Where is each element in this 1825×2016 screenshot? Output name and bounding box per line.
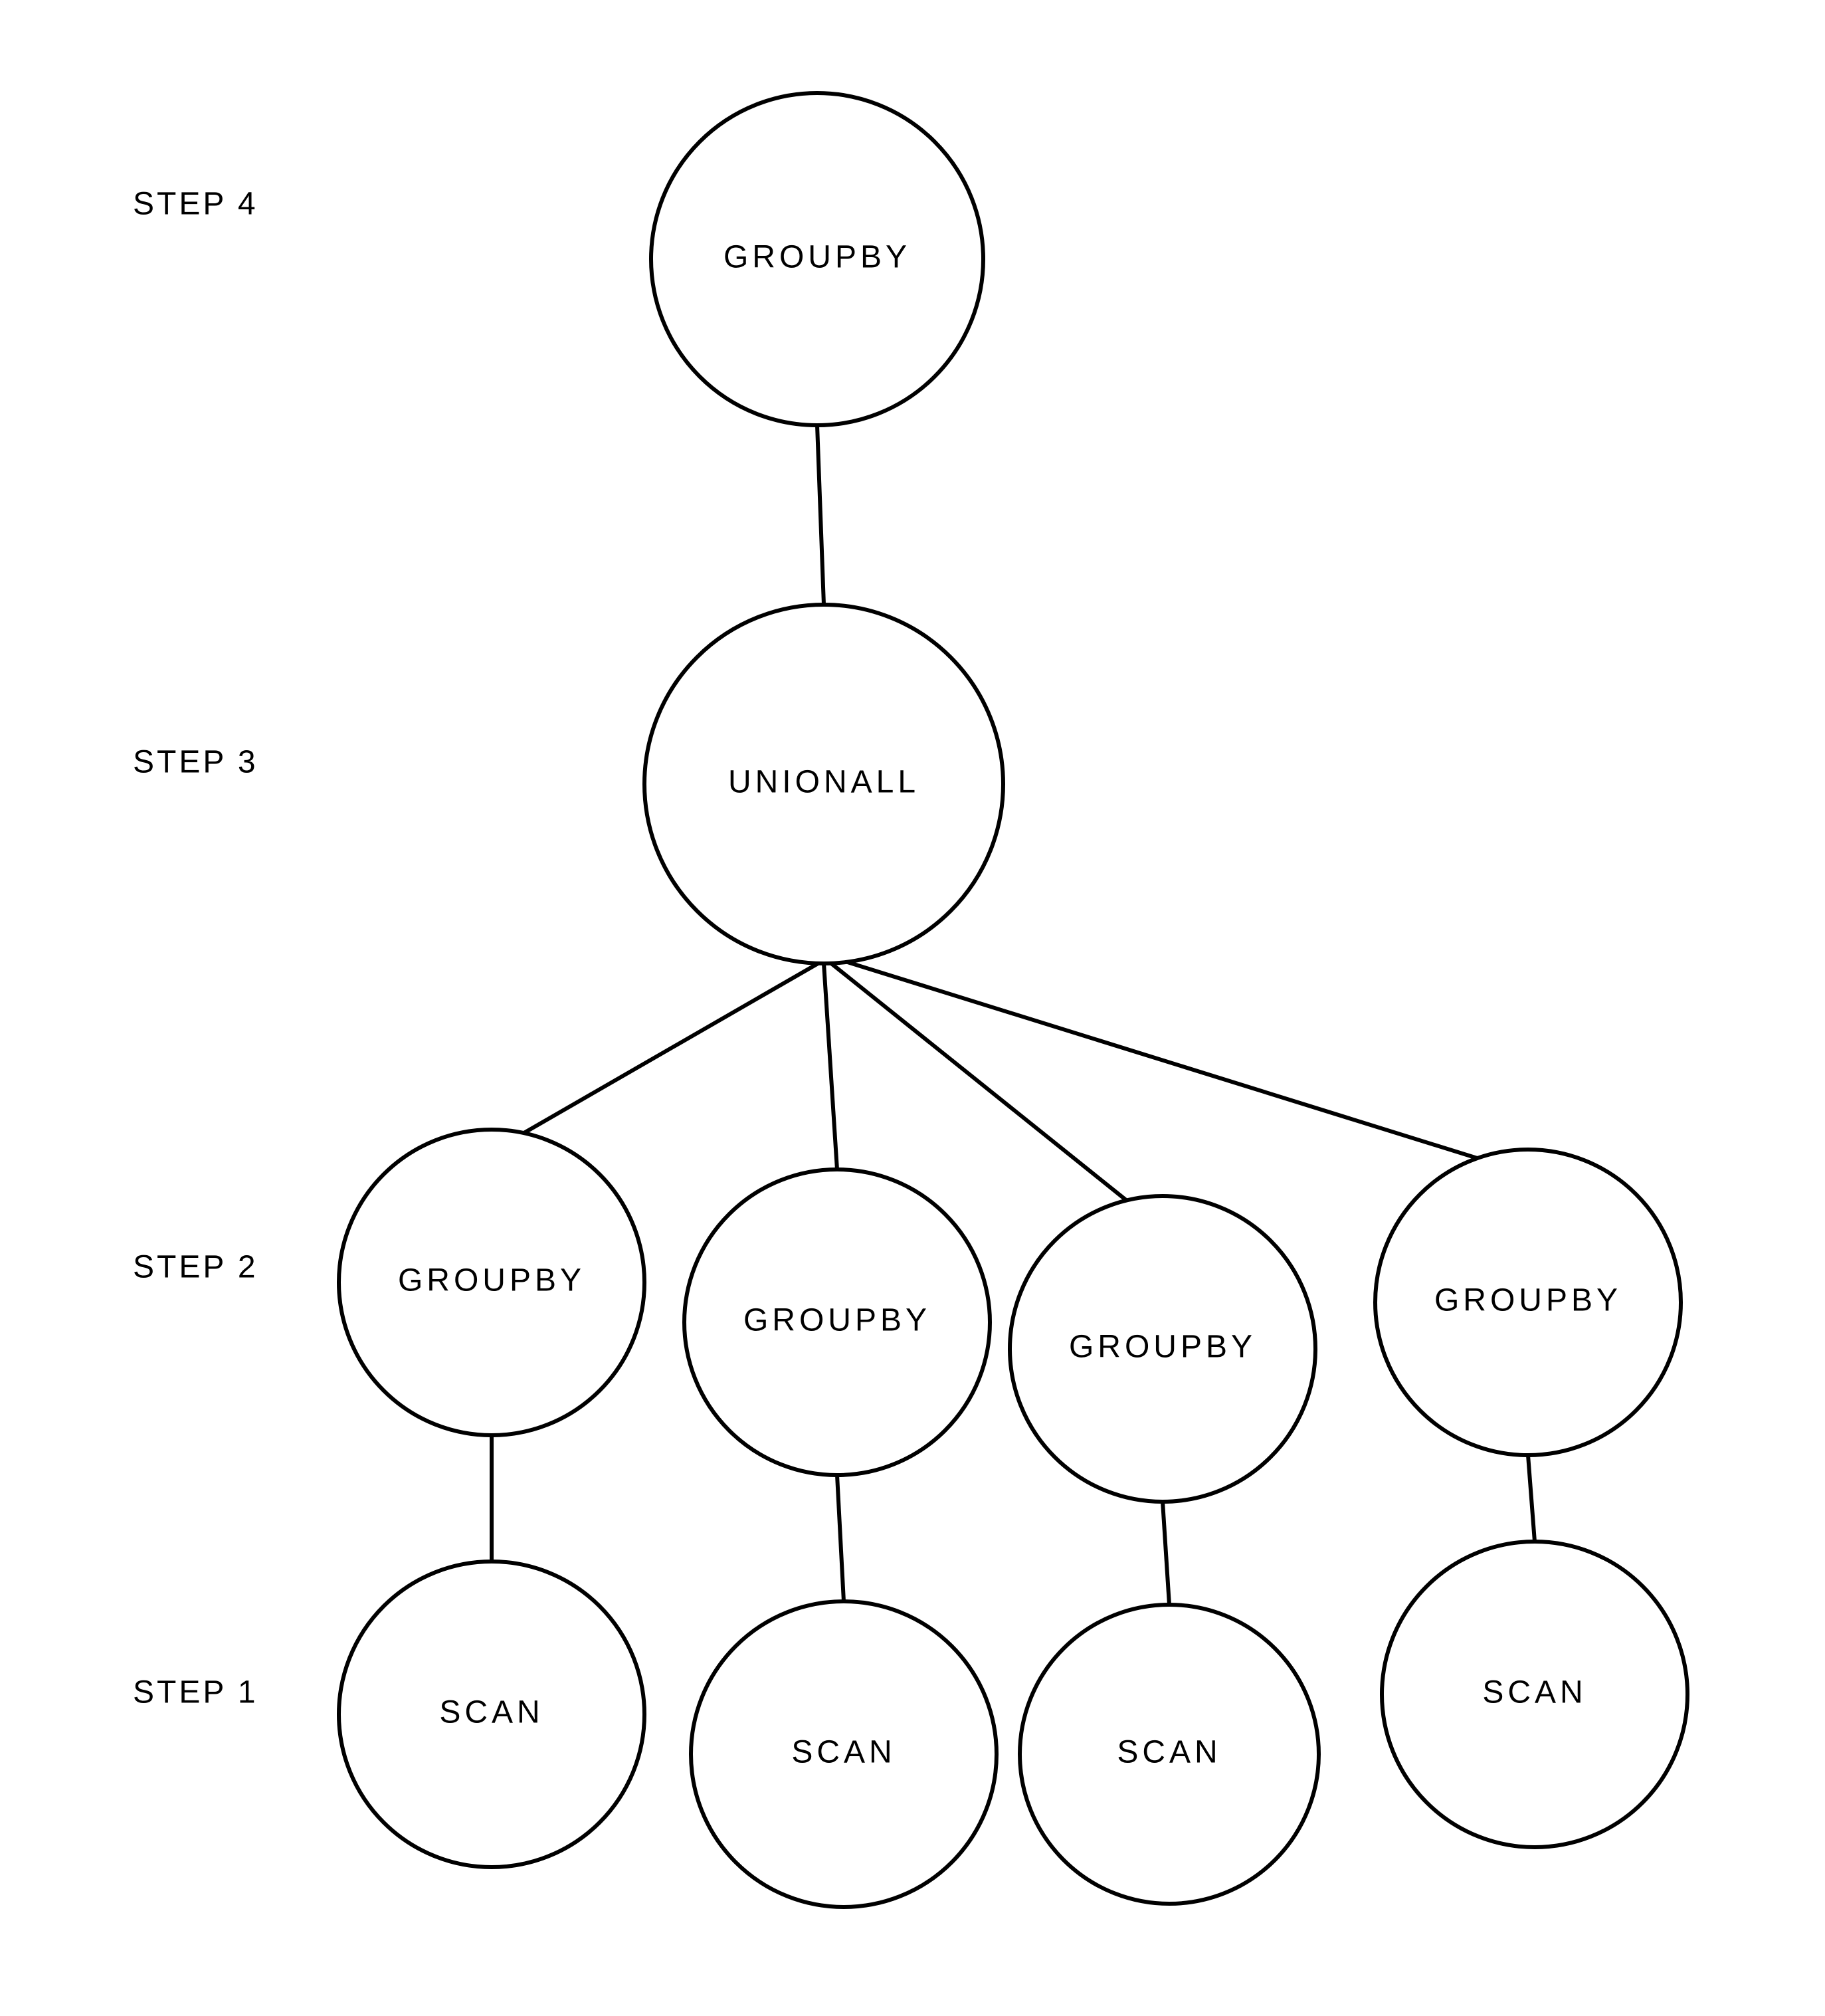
node-unionall-label: UNIONALL	[728, 765, 919, 800]
edge-union-to-gb1	[518, 960, 824, 1136]
step-label-3: STEP 3	[133, 745, 258, 780]
node-groupby-4-label: GROUPBY	[1434, 1283, 1622, 1318]
edge-union-to-gb3	[827, 960, 1129, 1203]
edge-union-to-gb4	[830, 957, 1482, 1159]
edge-gb3-to-scan3	[1163, 1502, 1169, 1605]
query-plan-diagram: GROUPBY UNIONALL GROUPBY GROUPBY GROUPBY…	[0, 0, 1825, 2016]
edge-root-to-union	[817, 425, 824, 605]
node-scan-1-label: SCAN	[439, 1695, 543, 1730]
node-scan-3-label: SCAN	[1117, 1735, 1221, 1770]
node-groupby-1-label: GROUPBY	[398, 1263, 585, 1298]
step-label-1: STEP 1	[133, 1675, 258, 1710]
node-groupby-2-label: GROUPBY	[743, 1303, 931, 1338]
edge-union-to-gb2	[824, 963, 837, 1169]
edge-gb4-to-scan4	[1528, 1455, 1535, 1542]
node-scan-2-label: SCAN	[791, 1735, 896, 1770]
node-groupby-3-label: GROUPBY	[1069, 1330, 1256, 1365]
node-scan-4-label: SCAN	[1482, 1675, 1586, 1710]
step-label-4: STEP 4	[133, 187, 258, 222]
edge-gb2-to-scan2	[837, 1475, 844, 1601]
node-root-groupby-label: GROUPBY	[723, 240, 911, 275]
step-label-2: STEP 2	[133, 1250, 258, 1285]
